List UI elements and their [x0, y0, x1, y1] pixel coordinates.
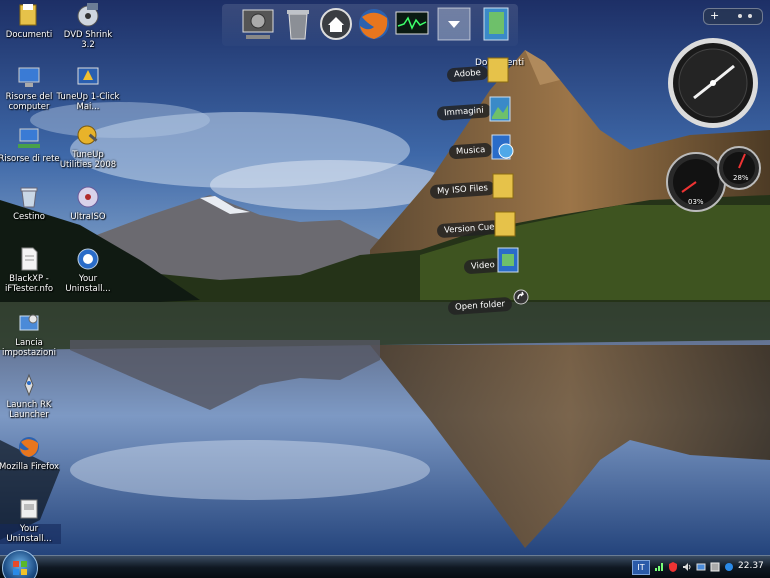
add-gadget-icon[interactable]: + [710, 9, 719, 23]
desktop-icon-label: UltraISO [70, 212, 106, 222]
windows-logo-icon [13, 561, 27, 575]
folder-icon [19, 4, 37, 26]
document-icon [21, 247, 38, 271]
uninstaller-icon [77, 248, 99, 270]
control-panel-icon[interactable] [240, 6, 276, 42]
shield-tray-icon[interactable] [668, 562, 678, 572]
folder-icon[interactable] [493, 210, 517, 238]
stack-item-adobe[interactable]: Adobe [446, 65, 489, 83]
tuneup-icon [77, 67, 99, 85]
recycle-bin-icon [20, 187, 38, 208]
music-icon[interactable] [490, 133, 514, 161]
clock-gadget-icon[interactable] [666, 36, 760, 130]
desktop: Documenti DVD Shrink 3.2 Risorse del com… [0, 0, 770, 578]
desktop-icon-label: Risorse di rete [0, 154, 60, 164]
start-button[interactable] [2, 550, 38, 578]
desktop-icon-label: BlackXP - iFTester.nfo [4, 274, 54, 294]
cpu-gauge-value: 03% [688, 198, 704, 206]
desktop-icon-dvd-shrink[interactable]: DVD Shrink 3.2 [56, 2, 120, 50]
desktop-icon-label: Launch RK Launcher [6, 400, 52, 420]
computer-icon [18, 67, 40, 87]
volume-tray-icon[interactable] [682, 562, 692, 572]
desktop-icon-label: DVD Shrink 3.2 [63, 30, 113, 50]
desktop-icon-label: Mozilla Firefox [0, 462, 60, 472]
desktop-icon-tuneup-utilities[interactable]: TuneUp Utilities 2008 [56, 122, 120, 170]
network-icon [18, 128, 40, 148]
desktop-icon-documenti[interactable]: Documenti [0, 2, 61, 40]
desktop-icon-tuneup-1click[interactable]: TuneUp 1-Click Mai... [56, 64, 120, 112]
documents-stack-icon[interactable] [478, 6, 514, 42]
tuneup-utilities-icon [77, 125, 98, 145]
settings-icon [19, 314, 39, 331]
home-icon[interactable] [318, 6, 354, 42]
connection-tray-icon[interactable] [696, 562, 706, 572]
gadget-nav-icon[interactable] [748, 14, 752, 18]
desktop-icon-ultraiso[interactable]: UltraISO [56, 184, 120, 222]
desktop-icon-cestino[interactable]: Cestino [0, 184, 61, 222]
taskbar: IT 22.37 [0, 550, 770, 578]
gadget-toolbar: + [703, 8, 763, 25]
network-tray-icon[interactable] [654, 562, 664, 572]
gadget-nav-icon[interactable] [738, 14, 742, 18]
language-indicator[interactable]: IT [632, 560, 650, 575]
taskbar-clock[interactable]: 22.37 [738, 561, 764, 571]
video-icon[interactable] [496, 246, 520, 274]
folder-icon[interactable] [491, 172, 515, 200]
firefox-icon [19, 437, 39, 457]
dock [222, 4, 518, 46]
desktop-icon-lancia-impostazioni[interactable]: Lancia impostazioni [0, 310, 61, 358]
desktop-icon-risorse-computer[interactable]: Risorse del computer [0, 64, 61, 112]
desktop-icon-label: Documenti [5, 30, 53, 40]
open-folder-arrow-icon[interactable] [513, 289, 529, 305]
ultraiso-icon [77, 186, 99, 208]
desktop-icon-label: Your Uninstall... [65, 274, 111, 294]
desktop-icon-label: TuneUp 1-Click Mai... [56, 92, 120, 112]
monitor-icon[interactable] [394, 6, 430, 42]
desktop-icon-label: TuneUp Utilities 2008 [59, 150, 117, 170]
memory-gauge-value: 28% [733, 174, 749, 182]
rk-launcher-icon [24, 373, 34, 397]
desktop-icon-label: Risorse del computer [5, 92, 53, 112]
desktop-icon-label: Your Uninstall... [0, 524, 61, 544]
firefox-icon[interactable] [356, 6, 392, 42]
program-tray-icon[interactable] [710, 562, 720, 572]
desktop-icon-label: Lancia impostazioni [2, 338, 56, 358]
desktop-icon-your-uninstaller[interactable]: Your Uninstall... [56, 246, 120, 294]
recycle-bin-icon[interactable] [280, 6, 316, 42]
desktop-icon-launch-rk[interactable]: Launch RK Launcher [0, 372, 61, 420]
down-arrow-icon[interactable] [436, 6, 472, 42]
folder-icon[interactable] [486, 56, 510, 84]
desktop-icon-label: Cestino [13, 212, 45, 222]
pictures-icon[interactable] [488, 95, 512, 123]
desktop-icon-risorse-rete[interactable]: Risorse di rete [0, 126, 61, 164]
update-tray-icon[interactable] [724, 562, 734, 572]
dvd-shrink-icon [77, 3, 99, 27]
desktop-icon-blackxp-nfo[interactable]: BlackXP - iFTester.nfo [0, 246, 61, 294]
desktop-icon-your-uninstaller-2[interactable]: Your Uninstall... [0, 496, 61, 544]
desktop-icon-firefox[interactable]: Mozilla Firefox [0, 434, 61, 472]
uninstaller-icon [20, 499, 38, 519]
